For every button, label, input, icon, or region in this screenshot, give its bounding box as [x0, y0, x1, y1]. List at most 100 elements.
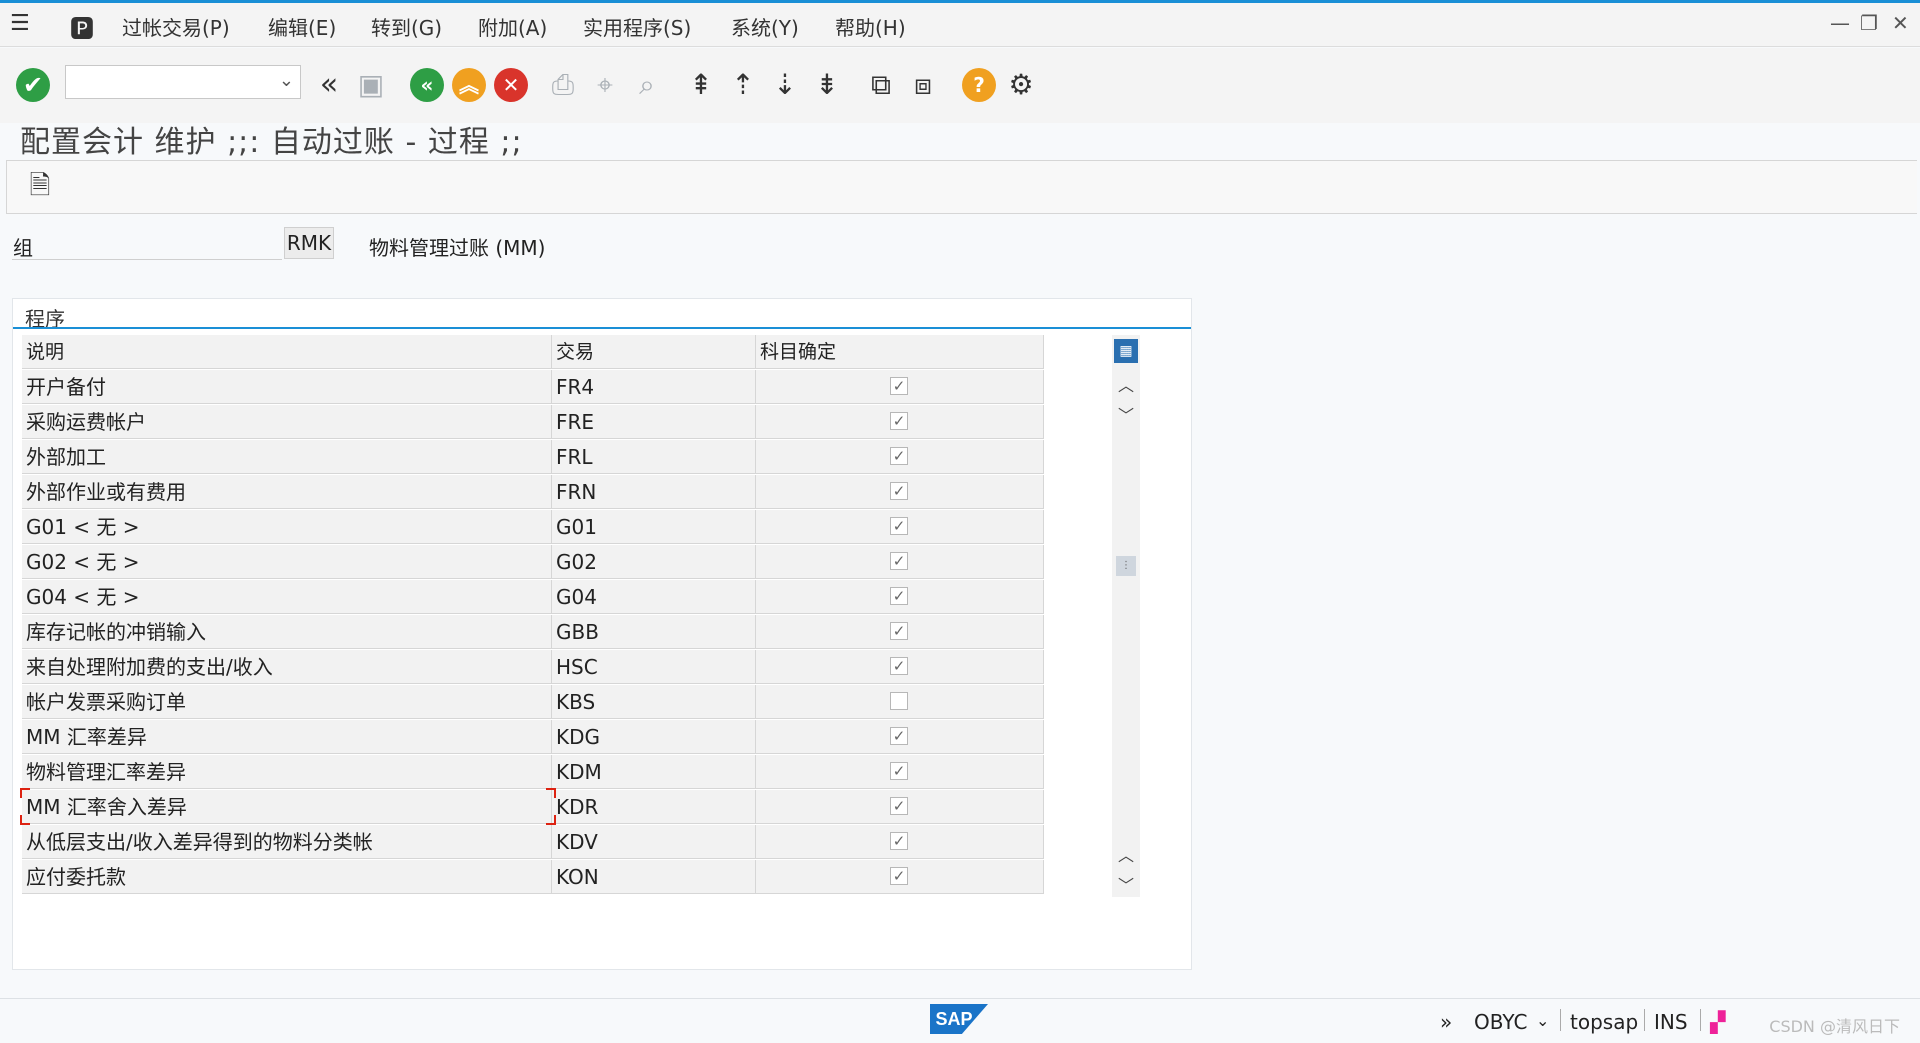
table-row[interactable]: G01 < 无 > G01 ✓ — [22, 510, 1044, 545]
account-determination-checkbox[interactable]: ✓ — [890, 832, 908, 850]
group-label: 组 — [13, 236, 33, 260]
menu-item-goto[interactable]: 转到(G) — [371, 12, 442, 41]
save-icon[interactable]: ▣ — [354, 68, 388, 102]
table-row[interactable]: MM 汇率舍入差异 KDR ✓ — [20, 788, 1044, 825]
group-label-underline — [12, 259, 282, 260]
table-row[interactable]: 来自处理附加费的支出/收入 HSC ✓ — [22, 650, 1044, 685]
table-row[interactable]: G04 < 无 > G04 ✓ — [22, 580, 1044, 615]
table-row[interactable]: 开户备付 FR4 ✓ — [22, 370, 1044, 405]
cell-description: 来自处理附加费的支出/收入 — [22, 650, 552, 684]
menu-item-posting[interactable]: 过帐交易(P) — [122, 12, 230, 41]
account-determination-checkbox[interactable]: ✓ — [890, 447, 908, 465]
account-determination-checkbox[interactable]: ✓ — [890, 552, 908, 570]
menu-item-system[interactable]: 系统(Y) — [731, 12, 799, 41]
sap-logo: SAP — [930, 1004, 988, 1034]
column-header-transaction[interactable]: 交易 — [552, 335, 756, 369]
cell-transaction: FRN — [552, 475, 756, 509]
column-header-description[interactable]: 说明 — [22, 335, 552, 369]
account-determination-checkbox[interactable]: ✓ — [890, 482, 908, 500]
table-row[interactable]: 外部作业或有费用 FRN ✓ — [22, 475, 1044, 510]
menu-item-utilities[interactable]: 实用程序(S) — [583, 12, 691, 41]
scroll-page-down-icon[interactable]: ﹀ — [1118, 402, 1134, 426]
column-settings-icon[interactable]: ▦ — [1114, 339, 1138, 363]
cell-account-determination: ✓ — [756, 440, 1044, 474]
scroll-down-icon[interactable]: ﹀ — [1118, 872, 1134, 896]
cell-account-determination: ✓ — [756, 720, 1044, 754]
chevron-down-icon[interactable]: ⌄ — [1536, 1011, 1549, 1030]
account-determination-checkbox[interactable]: ✓ — [890, 587, 908, 605]
cell-transaction: G02 — [552, 545, 756, 579]
table-row[interactable]: G02 < 无 > G02 ✓ — [22, 545, 1044, 580]
account-determination-checkbox[interactable]: ✓ — [890, 517, 908, 535]
account-determination-checkbox[interactable]: ✓ — [890, 727, 908, 745]
find-next-icon[interactable]: ⌕ — [630, 68, 664, 102]
table-row[interactable]: 外部加工 FRL ✓ — [22, 440, 1044, 475]
account-determination-checkbox[interactable]: ✓ — [890, 657, 908, 675]
table-row[interactable]: MM 汇率差异 KDG ✓ — [22, 720, 1044, 755]
command-field[interactable]: ⌄ — [65, 65, 301, 99]
shortcut-icon[interactable]: ⧈ — [906, 68, 940, 102]
print-icon[interactable]: ⎙ — [546, 68, 580, 102]
help-icon[interactable]: ? — [962, 68, 996, 102]
column-header-account-determination[interactable]: 科目确定 — [756, 335, 1044, 369]
scrollbar-thumb[interactable]: ⋮ — [1116, 556, 1136, 576]
scroll-up-icon[interactable]: ︿ — [1118, 842, 1134, 866]
last-page-icon[interactable]: ⇟ — [810, 68, 844, 102]
transaction-code[interactable]: OBYC — [1474, 1010, 1527, 1034]
table-header: 说明 交易 科目确定 — [22, 335, 1044, 370]
cell-description: 库存记帐的冲销输入 — [22, 615, 552, 649]
minimize-icon[interactable]: — — [1830, 11, 1850, 35]
cancel-icon[interactable]: ✕ — [494, 68, 528, 102]
table-row[interactable]: 物料管理汇率差异 KDM ✓ — [22, 755, 1044, 790]
table-row[interactable]: 帐户发票采购订单 KBS — [22, 685, 1044, 720]
sap-gui-icon[interactable]: 🅿 — [70, 9, 94, 44]
cell-account-determination: ✓ — [756, 510, 1044, 544]
table-row[interactable]: 从低层支出/收入差异得到的物料分类帐 KDV ✓ — [22, 825, 1044, 860]
first-page-icon[interactable]: ⇞ — [684, 68, 718, 102]
next-page-icon[interactable]: ⇣ — [768, 68, 802, 102]
group-field[interactable]: RMK — [284, 227, 334, 259]
menu-item-help[interactable]: 帮助(H) — [835, 12, 906, 41]
exit-icon[interactable]: ︽ — [452, 68, 486, 102]
settings-icon[interactable]: ⚙ — [1004, 68, 1038, 102]
account-determination-checkbox[interactable]: ✓ — [890, 412, 908, 430]
find-icon[interactable]: ⌖ — [588, 68, 622, 102]
back-icon[interactable]: « — [410, 68, 444, 102]
page-title: 配置会计 维护 ;;: 自动过账 - 过程 ;; — [20, 125, 523, 160]
account-determination-checkbox[interactable]: ✓ — [890, 622, 908, 640]
new-session-icon[interactable]: ⧉ — [864, 68, 898, 102]
menu-item-extras[interactable]: 附加(A) — [478, 12, 547, 41]
insert-mode[interactable]: INS — [1654, 1010, 1688, 1034]
account-determination-checkbox[interactable] — [890, 692, 908, 710]
account-determination-checkbox[interactable]: ✓ — [890, 762, 908, 780]
cell-transaction: KDG — [552, 720, 756, 754]
cell-description: 物料管理汇率差异 — [22, 755, 552, 789]
frame-title-underline — [13, 327, 1191, 329]
cell-account-determination: ✓ — [756, 825, 1044, 859]
cell-account-determination — [756, 685, 1044, 719]
close-icon[interactable]: ✕ — [1892, 11, 1909, 35]
table-row[interactable]: 库存记帐的冲销输入 GBB ✓ — [22, 615, 1044, 650]
status-separator — [1700, 1009, 1701, 1031]
table-row[interactable]: 应付委托款 KON ✓ — [22, 860, 1044, 895]
selection-marker — [20, 815, 30, 825]
menu-icon[interactable]: ☰ — [10, 11, 30, 36]
prev-page-icon[interactable]: ⇡ — [726, 68, 760, 102]
check-icon[interactable]: ✔ — [16, 68, 50, 102]
menu-item-edit[interactable]: 编辑(E) — [268, 12, 336, 41]
scroll-page-up-icon[interactable]: ︿ — [1118, 372, 1134, 396]
display-document-icon[interactable]: 🗎 — [25, 170, 55, 202]
cell-account-determination: ✓ — [756, 790, 1044, 824]
double-chevron-left-icon[interactable]: « — [312, 68, 346, 102]
cell-description: 开户备付 — [22, 370, 552, 404]
cell-description: MM 汇率差异 — [22, 720, 552, 754]
account-determination-checkbox[interactable]: ✓ — [890, 867, 908, 885]
expand-status-icon[interactable]: » — [1440, 1010, 1452, 1034]
table-row[interactable]: 采购运费帐户 FRE ✓ — [22, 405, 1044, 440]
account-determination-checkbox[interactable]: ✓ — [890, 797, 908, 815]
cell-account-determination: ✓ — [756, 860, 1044, 894]
restore-icon[interactable]: ❐ — [1860, 11, 1878, 35]
chevron-down-icon[interactable]: ⌄ — [279, 70, 294, 91]
account-determination-checkbox[interactable]: ✓ — [890, 377, 908, 395]
cell-account-determination: ✓ — [756, 370, 1044, 404]
